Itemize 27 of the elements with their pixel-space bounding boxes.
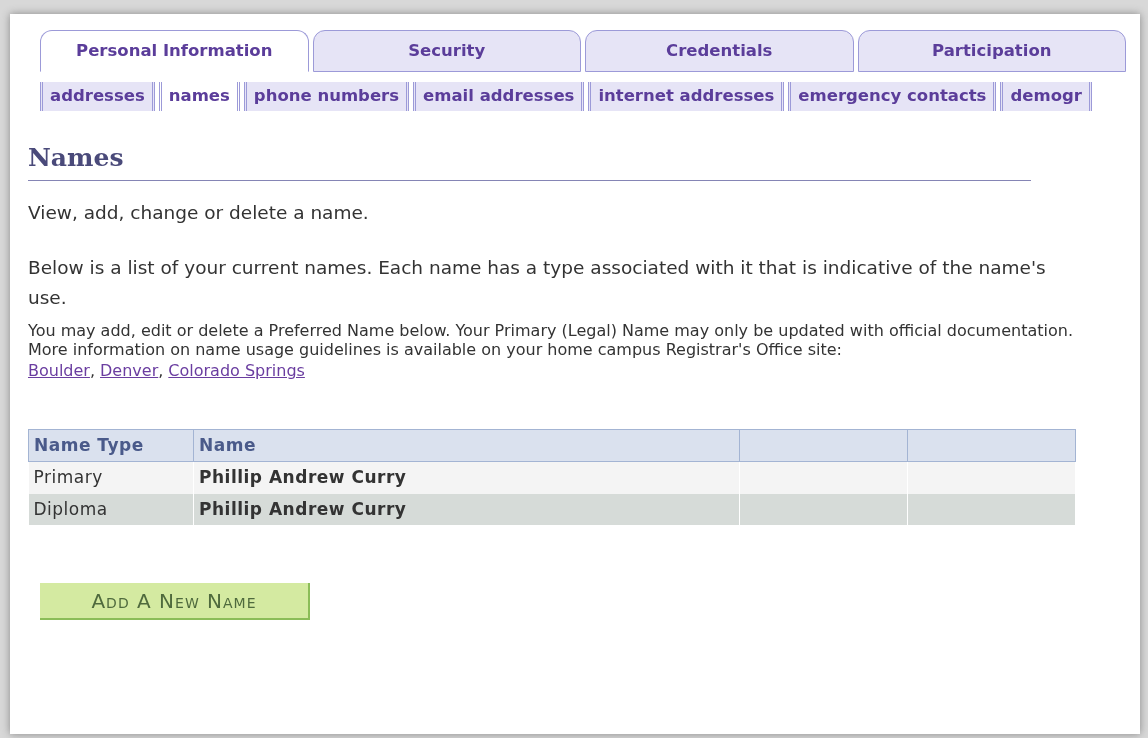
campus-link[interactable]: Denver — [100, 360, 159, 380]
subtab[interactable]: demogr — [1000, 82, 1092, 111]
comma-separator: , — [89, 360, 96, 380]
subtab[interactable]: names — [158, 82, 240, 111]
tab[interactable]: Personal Information — [40, 30, 309, 72]
table-cell: Phillip Andrew Curry — [193, 493, 740, 526]
column-header: Name Type — [28, 429, 194, 462]
table-cell: Primary — [28, 461, 194, 494]
tab[interactable]: Participation — [857, 30, 1126, 72]
table-cell: Diploma — [28, 493, 194, 526]
subtab[interactable]: email addresses — [413, 82, 585, 111]
campus-link[interactable]: Colorado Springs — [168, 360, 305, 380]
subtab[interactable]: emergency contacts — [788, 82, 997, 111]
page-heading: Names — [28, 138, 1031, 182]
tab[interactable]: Security — [312, 30, 581, 72]
note-text: You may add, edit or delete a Preferred Name below. Your Primary (Legal) Name may only be updated with official documentation. More information on name usage guidelines is available on your home campus Registrar's Office site: — [28, 322, 1073, 359]
subtab[interactable]: addresses — [40, 82, 155, 111]
intro-text: View, add, change or delete a name. — [28, 201, 370, 226]
table-cell: Phillip Andrew Curry — [193, 461, 740, 494]
description-text: Below is a list of your current names. Each name has a type associated with it that is indicative of the name's use. — [28, 256, 1047, 310]
tab[interactable]: Credentials — [585, 30, 854, 72]
column-header: Name — [193, 429, 740, 462]
subtab[interactable]: phone numbers — [243, 82, 410, 111]
comma-separator: , — [158, 360, 164, 380]
subtab[interactable]: internet addresses — [588, 82, 785, 111]
add-name-button[interactable]: Add A New Name — [40, 583, 310, 621]
campus-link[interactable]: Boulder — [28, 360, 90, 380]
